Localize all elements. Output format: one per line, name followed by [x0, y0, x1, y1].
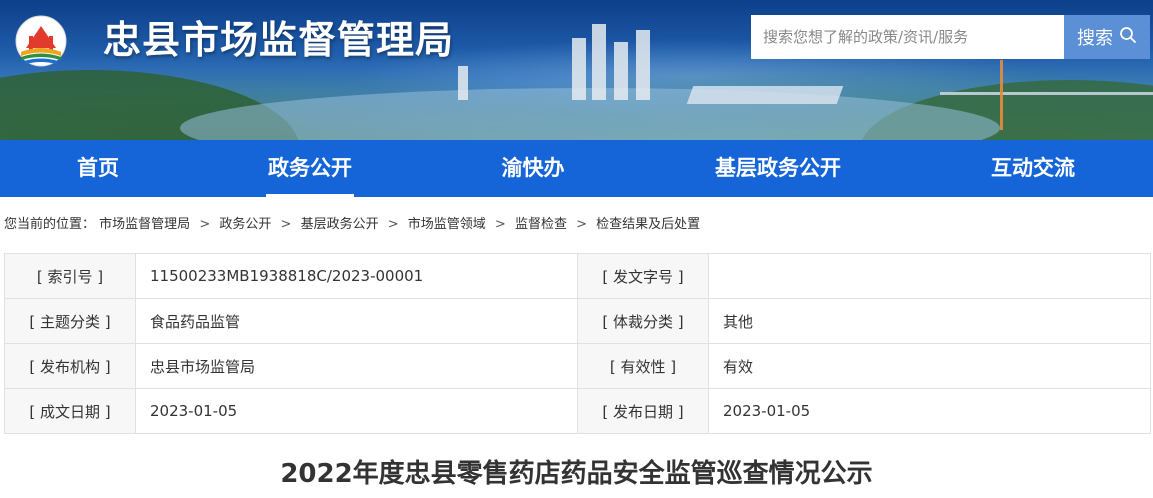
- meta-value-topic: 食品药品监管: [135, 298, 578, 344]
- meta-label-validity: [ 有效性 ]: [577, 343, 709, 389]
- banner-building: [592, 24, 606, 100]
- meta-value-index: 11500233MB1938818C/2023-00001: [135, 253, 578, 299]
- meta-label-publish-date: [ 发布日期 ]: [577, 388, 709, 434]
- meta-value-doc-number: [708, 253, 1151, 299]
- meta-label-written-date: [ 成文日期 ]: [4, 388, 136, 434]
- breadcrumb-item[interactable]: 检查结果及后处置: [596, 217, 700, 232]
- banner-bridge: [940, 92, 1153, 95]
- search-icon: [1119, 26, 1137, 49]
- banner-building: [636, 30, 650, 100]
- breadcrumb-separator: >: [280, 217, 292, 232]
- meta-value-genre: 其他: [708, 298, 1151, 344]
- breadcrumb: 您当前的位置： 市场监督管理局 > 政务公开 > 基层政务公开 > 市场监管领域…: [4, 216, 700, 234]
- breadcrumb-item[interactable]: 政务公开: [219, 217, 271, 232]
- breadcrumb-separator: >: [387, 217, 399, 232]
- breadcrumb-separator: >: [199, 217, 211, 232]
- meta-value-publish-date: 2023-01-05: [708, 388, 1151, 434]
- nav-item-yukuaiban[interactable]: 渝快办: [473, 140, 593, 197]
- breadcrumb-item[interactable]: 监督检查: [515, 217, 567, 232]
- meta-value-validity: 有效: [708, 343, 1151, 389]
- document-meta-table: [ 索引号 ] 11500233MB1938818C/2023-00001 [ …: [4, 253, 1151, 434]
- banner-pylon: [1000, 60, 1003, 130]
- banner-building: [458, 66, 468, 100]
- nav-item-home[interactable]: 首页: [38, 140, 158, 197]
- breadcrumb-item[interactable]: 基层政务公开: [301, 217, 379, 232]
- meta-value-written-date: 2023-01-05: [135, 388, 578, 434]
- banner-factory: [686, 86, 844, 104]
- meta-label-topic: [ 主题分类 ]: [4, 298, 136, 344]
- meta-label-index: [ 索引号 ]: [4, 253, 136, 299]
- meta-label-genre: [ 体裁分类 ]: [577, 298, 709, 344]
- meta-label-doc-number: [ 发文字号 ]: [577, 253, 709, 299]
- meta-label-publisher: [ 发布机构 ]: [4, 343, 136, 389]
- nav-item-interaction[interactable]: 互动交流: [973, 140, 1093, 197]
- emblem-logo-icon[interactable]: [12, 14, 70, 68]
- main-nav: 首页 政务公开 渝快办 基层政务公开 互动交流: [0, 140, 1153, 197]
- search-button[interactable]: 搜索: [1064, 15, 1150, 59]
- breadcrumb-separator: >: [576, 217, 588, 232]
- breadcrumb-item[interactable]: 市场监管领域: [408, 217, 486, 232]
- meta-value-publisher: 忠县市场监管局: [135, 343, 578, 389]
- table-row: [ 发布机构 ] 忠县市场监管局 [ 有效性 ] 有效: [4, 343, 1151, 389]
- breadcrumb-separator: >: [494, 217, 506, 232]
- table-row: [ 索引号 ] 11500233MB1938818C/2023-00001 [ …: [4, 253, 1151, 299]
- banner-building: [614, 42, 628, 100]
- table-row: [ 成文日期 ] 2023-01-05 [ 发布日期 ] 2023-01-05: [4, 388, 1151, 434]
- nav-item-grassroots[interactable]: 基层政务公开: [698, 140, 858, 197]
- breadcrumb-item[interactable]: 市场监督管理局: [99, 217, 190, 232]
- breadcrumb-prefix: 您当前的位置：: [4, 217, 96, 232]
- search-button-label: 搜索: [1077, 28, 1113, 49]
- banner-river: [180, 88, 1000, 140]
- banner-building: [572, 38, 586, 100]
- article-title: 2022年度忠县零售药店药品安全监管巡查情况公示: [280, 459, 873, 489]
- nav-item-gov-affairs[interactable]: 政务公开: [250, 140, 370, 197]
- table-row: [ 主题分类 ] 食品药品监管 [ 体裁分类 ] 其他: [4, 298, 1151, 344]
- site-title[interactable]: 忠县市场监督管理局: [103, 12, 454, 68]
- search-input[interactable]: [751, 15, 1064, 59]
